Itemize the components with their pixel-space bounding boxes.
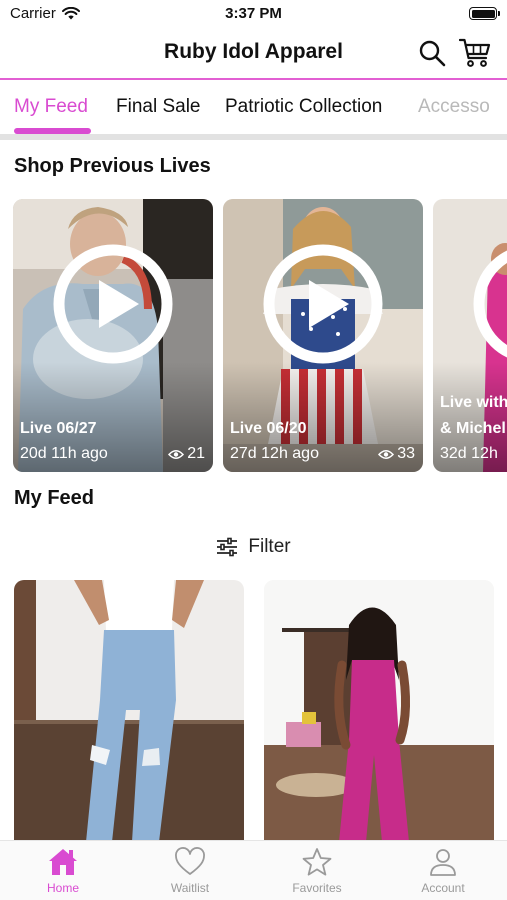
play-icon[interactable] bbox=[53, 244, 173, 364]
star-icon bbox=[302, 848, 332, 876]
live-time-ago: 32d 12h bbox=[440, 445, 498, 462]
lives-section-title: Shop Previous Lives bbox=[14, 155, 211, 177]
battery-icon bbox=[469, 7, 500, 20]
product-card[interactable] bbox=[264, 580, 494, 842]
feed-section-title: My Feed bbox=[14, 487, 95, 509]
live-title: Live 06/20 bbox=[230, 420, 307, 437]
nav-account[interactable]: Account bbox=[393, 847, 493, 895]
tab-accessories[interactable]: Accesso bbox=[418, 96, 490, 118]
home-icon bbox=[49, 849, 77, 875]
play-icon[interactable] bbox=[473, 244, 507, 364]
nav-waitlist-label: Waitlist bbox=[170, 881, 210, 895]
category-tabs: My Feed Final Sale Patriotic Collection … bbox=[0, 80, 507, 136]
nav-waitlist[interactable]: Waitlist bbox=[140, 847, 240, 895]
cart-icon bbox=[458, 38, 491, 67]
nav-account-label: Account bbox=[421, 881, 465, 895]
app-header: Ruby Idol Apparel bbox=[0, 30, 507, 78]
live-title: Live 06/27 bbox=[20, 420, 97, 437]
tab-final-sale[interactable]: Final Sale bbox=[116, 96, 201, 118]
cart-button[interactable] bbox=[458, 38, 491, 68]
live-card[interactable]: Live 06/20 27d 12h ago 33 bbox=[223, 199, 423, 472]
eye-icon bbox=[378, 449, 395, 459]
nav-home-label: Home bbox=[46, 881, 79, 895]
live-views: 33 bbox=[378, 445, 415, 463]
search-button[interactable] bbox=[417, 38, 447, 68]
product-image bbox=[264, 580, 494, 842]
nav-favorites[interactable]: Favorites bbox=[267, 847, 367, 895]
bottom-tab-bar: Home Waitlist Favorites Account bbox=[0, 840, 507, 900]
live-view-count: 21 bbox=[187, 445, 205, 462]
live-title-line2: & Michel bbox=[440, 420, 506, 437]
live-time-ago: 20d 11h ago bbox=[20, 445, 108, 462]
live-card[interactable]: Live 06/27 20d 11h ago 21 bbox=[13, 199, 213, 472]
tab-my-feed[interactable]: My Feed bbox=[14, 96, 88, 118]
account-icon bbox=[430, 849, 456, 876]
eye-icon bbox=[168, 449, 185, 459]
live-title: Live with bbox=[440, 394, 507, 411]
lives-carousel[interactable]: Live 06/27 20d 11h ago 21 Live 06/20 27d… bbox=[13, 199, 507, 472]
product-card[interactable] bbox=[14, 580, 244, 842]
nav-favorites-label: Favorites bbox=[292, 881, 342, 895]
heart-icon bbox=[175, 847, 205, 875]
filter-icon bbox=[217, 537, 238, 557]
live-views: 21 bbox=[168, 445, 205, 463]
nav-home[interactable]: Home bbox=[13, 847, 113, 895]
filter-button[interactable]: Filter bbox=[0, 530, 507, 564]
status-bar: Carrier 3:37 PM bbox=[0, 0, 507, 30]
search-icon bbox=[419, 40, 446, 67]
live-card[interactable]: Live with & Michel 32d 12h bbox=[433, 199, 507, 472]
status-time: 3:37 PM bbox=[225, 5, 282, 22]
filter-label: Filter bbox=[248, 536, 291, 557]
live-time-ago: 27d 12h ago bbox=[230, 445, 319, 462]
product-image bbox=[14, 580, 244, 842]
play-icon[interactable] bbox=[263, 244, 383, 364]
tabs-divider bbox=[0, 134, 507, 140]
tab-patriotic-collection[interactable]: Patriotic Collection bbox=[225, 96, 382, 118]
live-view-count: 33 bbox=[397, 445, 415, 462]
